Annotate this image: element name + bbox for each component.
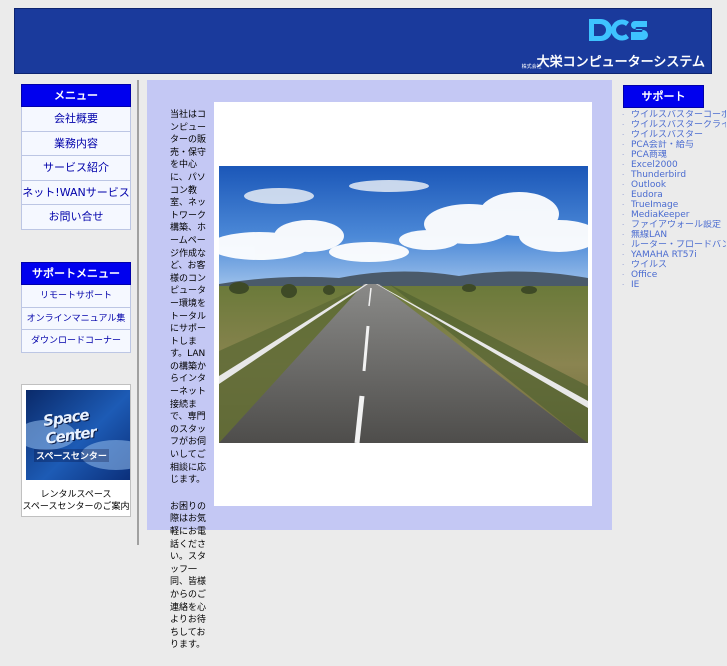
bullet-icon: · xyxy=(622,131,625,139)
bullet-icon: · xyxy=(622,201,625,209)
support-link-8[interactable]: · Eudora xyxy=(622,190,726,200)
menu-item-services[interactable]: サービス紹介 xyxy=(21,156,131,181)
support-link-7[interactable]: · Outlook xyxy=(622,180,726,190)
space-center-image[interactable]: Space Center スペースセンター xyxy=(26,390,130,480)
support-list-heading: サポート xyxy=(623,85,704,108)
bullet-icon: · xyxy=(622,191,625,199)
bullet-icon: · xyxy=(622,181,625,189)
menu-item-downloads[interactable]: ダウンロードコーナー xyxy=(21,330,131,353)
main-menu: メニュー 会社概要 業務内容 サービス紹介 ネット!WANサービス お問い合せ xyxy=(21,84,131,230)
banner-caption-line2: スペースセンターのご案内 xyxy=(22,502,130,512)
intro-paragraph-1: 当社はコンピューターの販売・保守を中心に、パソコン教室、ネットワーク構築、ホーム… xyxy=(170,110,207,486)
banner-caption[interactable]: レンタルスペース スペースセンターのご案内 xyxy=(22,489,130,513)
bullet-icon: · xyxy=(622,151,625,159)
space-center-kana: スペースセンター xyxy=(34,449,109,462)
bullet-icon: · xyxy=(622,261,625,269)
support-link-11[interactable]: · ファイアウォール設定 xyxy=(622,220,726,230)
menu-item-business[interactable]: 業務内容 xyxy=(21,131,131,156)
bullet-icon: · xyxy=(622,111,625,119)
support-link-4[interactable]: · PCA商魂 xyxy=(622,150,726,160)
bullet-icon: · xyxy=(622,271,625,279)
menu-item-contact[interactable]: お問い合せ xyxy=(21,205,131,230)
menu-item-manuals[interactable]: オンラインマニュアル集 xyxy=(21,307,131,330)
bullet-icon: · xyxy=(622,241,625,249)
bullet-icon: · xyxy=(622,171,625,179)
support-link-13[interactable]: ·ルーター・ブロードバンド xyxy=(622,240,726,250)
menu-item-remote-support[interactable]: リモートサポート xyxy=(21,285,131,308)
bullet-icon: · xyxy=(622,251,625,259)
bullet-icon: · xyxy=(622,121,625,129)
site-header: 株式会社 大栄コンピューターシステム xyxy=(14,8,712,74)
intro-paragraph-2: お困りの際はお気軽にお電話ください。スタッフ一同、皆様からのご連絡を心よりお待ち… xyxy=(170,501,207,651)
main-content-panel: 当社はコンピューターの販売・保守を中心に、パソコン教室、ネットワーク構築、ホーム… xyxy=(147,80,612,650)
support-link-1[interactable]: ·ウイルスバスタークライアント xyxy=(622,120,726,130)
space-center-banner[interactable]: Space Center スペースセンター レンタルスペース スペースセンターの… xyxy=(21,384,131,517)
support-link-10[interactable]: · MediaKeeper xyxy=(622,210,726,220)
support-link-6[interactable]: · Thunderbird xyxy=(622,170,726,180)
bullet-icon: · xyxy=(622,221,625,229)
support-link-5[interactable]: · Excel2000 xyxy=(622,160,726,170)
support-link-14[interactable]: · YAMAHA RT57i xyxy=(622,250,726,260)
support-link-3[interactable]: · PCA会計・給与 xyxy=(622,140,726,150)
company-name: 大栄コンピューターシステム xyxy=(536,55,705,70)
column-divider xyxy=(137,80,139,545)
kabushiki-label: 株式会社 xyxy=(521,64,542,70)
support-link-17[interactable]: · IE xyxy=(622,280,726,290)
support-link-9[interactable]: · TrueImage xyxy=(622,200,726,210)
support-links-list: ·ウイルスバスターコーポレート ·ウイルスバスタークライアント ·ウイルスバスタ… xyxy=(622,110,726,290)
support-link-12[interactable]: · 無線LAN xyxy=(622,230,726,240)
support-link-15[interactable]: · ウイルス xyxy=(622,260,726,270)
menu-item-wan-service[interactable]: ネット!WANサービス xyxy=(21,180,131,205)
bullet-icon: · xyxy=(622,231,625,239)
bullet-icon: · xyxy=(622,281,625,289)
road-landscape-image xyxy=(219,166,588,443)
support-menu-heading: サポートメニュー xyxy=(21,262,131,285)
support-menu: サポートメニュー リモートサポート オンラインマニュアル集 ダウンロードコーナー xyxy=(21,262,131,353)
support-link-0[interactable]: ·ウイルスバスターコーポレート xyxy=(622,110,726,120)
main-menu-heading: メニュー xyxy=(21,84,131,107)
support-link-2[interactable]: · ウイルスバスター xyxy=(622,130,726,140)
company-logo-text: 株式会社 大栄コンピューターシステム xyxy=(522,50,705,70)
bullet-icon: · xyxy=(622,141,625,149)
dcs-logo-icon[interactable] xyxy=(587,16,649,44)
bullet-icon: · xyxy=(622,161,625,169)
menu-item-company[interactable]: 会社概要 xyxy=(21,107,131,132)
bullet-icon: · xyxy=(622,211,625,219)
support-link-16[interactable]: · Office xyxy=(622,270,726,280)
banner-caption-line1: レンタルスペース xyxy=(40,490,112,500)
intro-text: 当社はコンピューターの販売・保守を中心に、パソコン教室、ネットワーク構築、ホーム… xyxy=(170,109,212,666)
